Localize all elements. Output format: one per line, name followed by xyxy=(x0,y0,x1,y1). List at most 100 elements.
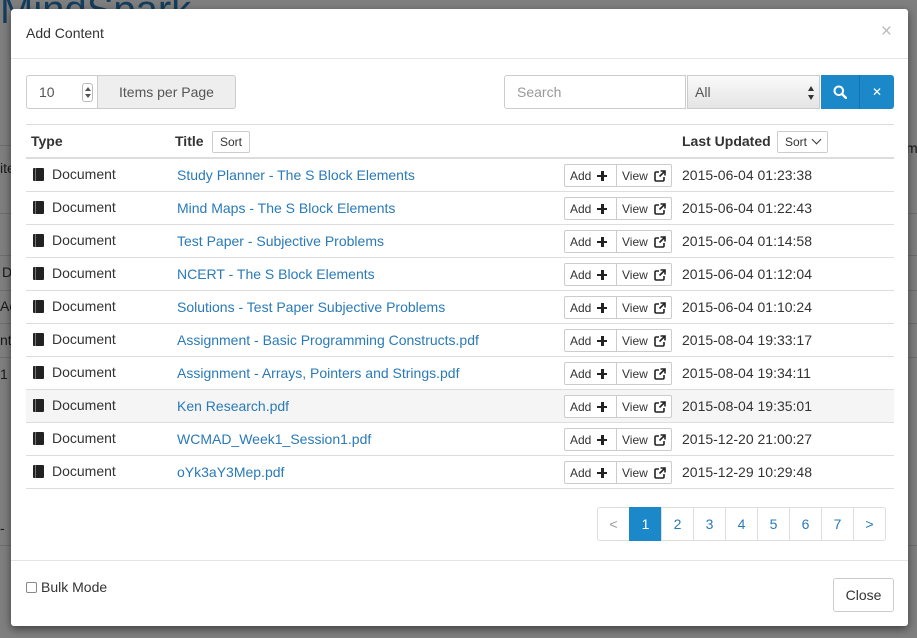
row-last-updated: 2015-08-04 19:35:01 xyxy=(682,398,812,414)
content-table: Type Title Sort Last Updated Sort Docume… xyxy=(26,124,894,489)
row-title-link[interactable]: Solutions - Test Paper Subjective Proble… xyxy=(177,299,445,315)
row-last-updated: 2015-06-04 01:12:04 xyxy=(682,266,812,282)
view-button[interactable]: View xyxy=(617,296,672,319)
table-row: Document Mind Maps - The S Block Elements… xyxy=(26,192,894,225)
row-actions: Add View xyxy=(564,164,672,187)
title-sort-button[interactable]: Sort xyxy=(212,131,251,153)
type-filter-select[interactable]: All xyxy=(687,75,820,109)
row-actions: Add View xyxy=(564,296,672,319)
row-title-link[interactable]: WCMAD_Week1_Session1.pdf xyxy=(177,431,371,447)
add-button[interactable]: Add xyxy=(564,428,617,451)
table-row: Document NCERT - The S Block Elements Add V… xyxy=(26,258,894,291)
row-title-link[interactable]: NCERT - The S Block Elements xyxy=(177,266,375,282)
plus-icon xyxy=(597,269,608,280)
add-button[interactable]: Add xyxy=(564,230,617,253)
view-button[interactable]: View xyxy=(617,329,672,352)
chevron-down-icon xyxy=(811,134,822,145)
pagination-page-button[interactable]: 7 xyxy=(821,507,854,541)
add-button[interactable]: Add xyxy=(564,197,617,220)
row-actions: Add View xyxy=(564,428,672,451)
add-button[interactable]: Add xyxy=(564,461,617,484)
search-icon xyxy=(833,85,847,99)
add-button[interactable]: Add xyxy=(564,362,617,385)
view-button[interactable]: View xyxy=(617,263,672,286)
pagination: <1 2 3 4 5 6 7 > xyxy=(597,507,886,541)
spinner-arrows-icon[interactable] xyxy=(82,83,93,102)
document-icon xyxy=(33,366,44,379)
bulk-mode-toggle[interactable]: Bulk Mode xyxy=(26,579,107,595)
row-title-link[interactable]: Study Planner - The S Block Elements xyxy=(177,167,415,183)
add-label: Add xyxy=(570,333,592,348)
row-last-updated: 2015-08-04 19:33:17 xyxy=(682,332,812,348)
document-icon xyxy=(33,300,44,313)
view-label: View xyxy=(622,432,648,447)
plus-icon xyxy=(597,170,608,181)
table-row: Document Study Planner - The S Block Elem… xyxy=(26,159,894,192)
add-button[interactable]: Add xyxy=(564,263,617,286)
row-last-updated: 2015-08-04 19:34:11 xyxy=(682,365,811,381)
row-title-link[interactable]: Assignment - Arrays, Pointers and String… xyxy=(177,365,459,381)
view-button[interactable]: View xyxy=(617,164,672,187)
pagination-page-button[interactable]: 5 xyxy=(757,507,790,541)
pagination-page-button[interactable]: 2 xyxy=(661,507,694,541)
row-title-link[interactable]: Assignment - Basic Programming Construct… xyxy=(177,332,479,348)
row-title-link[interactable]: oYk3aY3Mep.pdf xyxy=(177,464,284,480)
pagination-page-button[interactable]: 1 xyxy=(629,507,662,541)
table-header: Type Title Sort Last Updated Sort xyxy=(26,124,894,159)
items-per-page-input[interactable]: 10 xyxy=(26,75,98,109)
table-row: Document Assignment - Basic Programming C… xyxy=(26,324,894,357)
table-row: Document WCMAD_Week1_Session1.pdf Add View 2… xyxy=(26,423,894,456)
close-icon[interactable]: × xyxy=(881,22,892,41)
close-button[interactable]: Close xyxy=(833,578,894,612)
plus-icon xyxy=(597,467,608,478)
view-button[interactable]: View xyxy=(617,461,672,484)
external-link-icon xyxy=(653,268,666,281)
plus-icon xyxy=(597,236,608,247)
add-content-modal: Add Content × 10 Items per Page Search A… xyxy=(11,9,908,626)
row-type: Document xyxy=(52,298,116,314)
pagination-page-button[interactable]: 6 xyxy=(789,507,822,541)
add-button[interactable]: Add xyxy=(564,164,617,187)
plus-icon xyxy=(597,368,608,379)
modal-header: Add Content × xyxy=(11,9,908,59)
external-link-icon xyxy=(653,433,666,446)
view-button[interactable]: View xyxy=(617,197,672,220)
row-type: Document xyxy=(52,397,116,413)
document-icon xyxy=(33,234,44,247)
table-row: Document Ken Research.pdf Add View 2015-08-0… xyxy=(26,390,894,423)
view-label: View xyxy=(622,168,648,183)
clear-search-button[interactable]: ✕ xyxy=(859,75,894,109)
row-title-link[interactable]: Mind Maps - The S Block Elements xyxy=(177,200,395,216)
row-last-updated: 2015-06-04 01:14:58 xyxy=(682,233,812,249)
search-button[interactable] xyxy=(821,75,859,109)
row-title-link[interactable]: Ken Research.pdf xyxy=(177,398,289,414)
view-button[interactable]: View xyxy=(617,395,672,418)
add-button[interactable]: Add xyxy=(564,329,617,352)
row-actions: Add View xyxy=(564,461,672,484)
row-title-link[interactable]: Test Paper - Subjective Problems xyxy=(177,233,384,249)
add-button[interactable]: Add xyxy=(564,296,617,319)
view-button[interactable]: View xyxy=(617,428,672,451)
document-icon xyxy=(33,267,44,280)
modal-title: Add Content xyxy=(26,25,104,41)
bulk-mode-checkbox[interactable] xyxy=(26,581,37,593)
modal-footer: Bulk Mode Close xyxy=(11,560,908,626)
pagination-page-button[interactable]: 4 xyxy=(725,507,758,541)
pagination-page-button[interactable]: 3 xyxy=(693,507,726,541)
external-link-icon xyxy=(653,400,666,413)
row-actions: Add View xyxy=(564,329,672,352)
pagination-prev-button[interactable]: < xyxy=(597,507,630,541)
search-placeholder: Search xyxy=(517,84,562,100)
view-button[interactable]: View xyxy=(617,230,672,253)
search-input[interactable]: Search xyxy=(504,75,686,109)
view-button[interactable]: View xyxy=(617,362,672,385)
row-last-updated: 2015-06-04 01:23:38 xyxy=(682,167,812,183)
add-button[interactable]: Add xyxy=(564,395,617,418)
row-type: Document xyxy=(52,166,116,182)
view-label: View xyxy=(622,267,648,282)
add-label: Add xyxy=(570,399,592,414)
pagination-next-button[interactable]: > xyxy=(853,507,886,541)
last-updated-column-header: Last Updated xyxy=(682,133,771,149)
plus-icon xyxy=(597,335,608,346)
date-sort-button[interactable]: Sort xyxy=(777,131,829,153)
